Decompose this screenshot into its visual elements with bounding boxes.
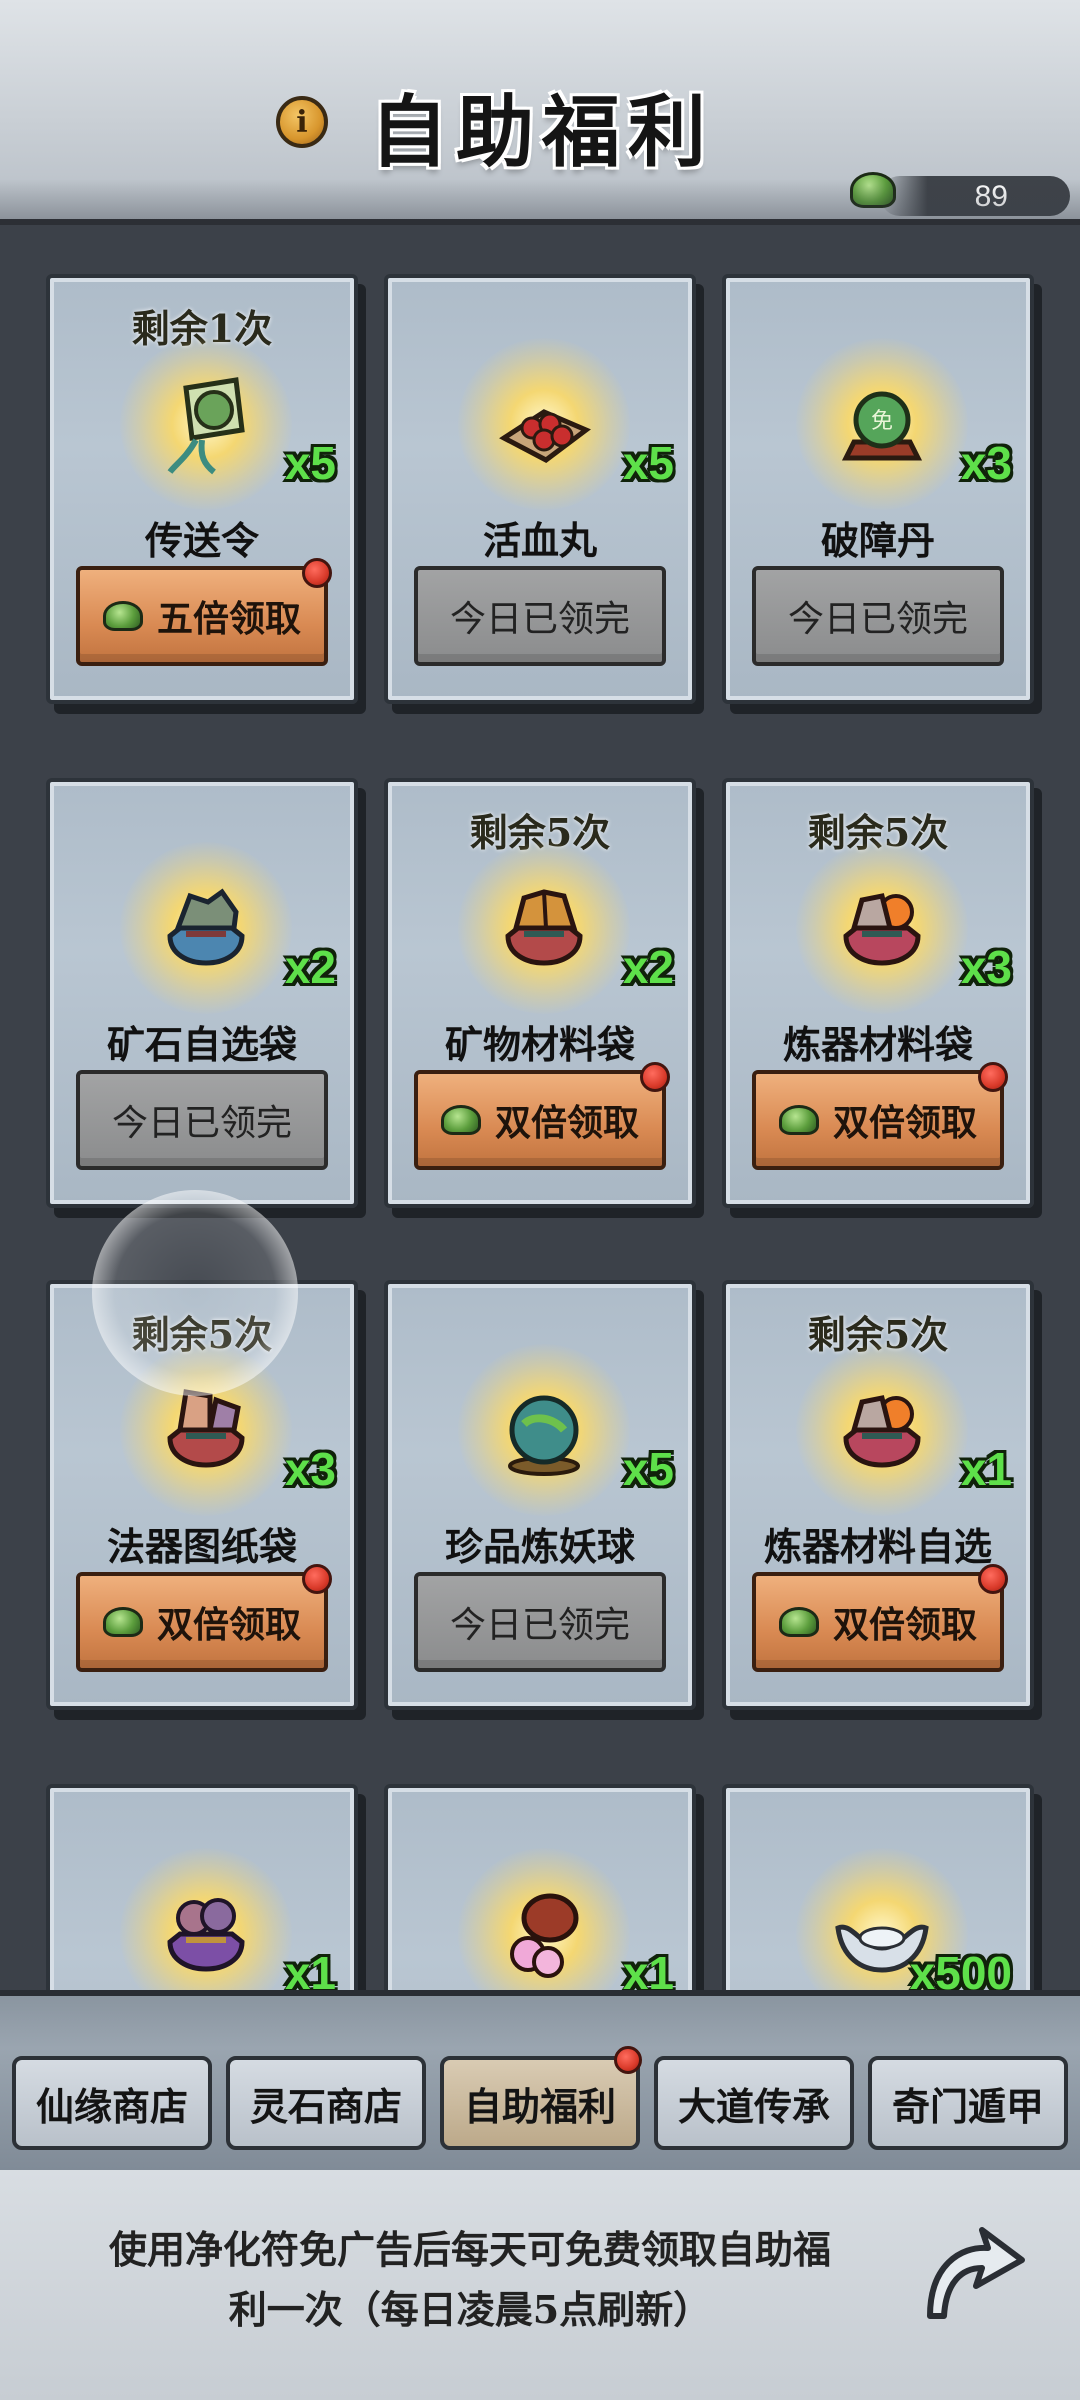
claim-button[interactable]: 双倍领取: [752, 1062, 1008, 1170]
jade-stone-icon: [102, 601, 143, 631]
svg-text:免: 免: [871, 409, 893, 434]
hint-line-1: 使用净化符免广告后每天可免费领取自助福: [108, 2227, 831, 2272]
claim-button[interactable]: 双倍领取: [76, 1564, 332, 1672]
item-name: 珍品炼妖球: [444, 1524, 635, 1569]
item-quantity: x2: [622, 941, 674, 993]
welfare-card: x2 矿石自选袋今日已领完: [46, 778, 358, 1208]
item-name: 炼器材料袋: [782, 1022, 973, 1067]
item-name: 传送令: [144, 518, 259, 563]
tab-label: 灵石商店: [249, 2083, 402, 2129]
tab-3[interactable]: 大道传承: [654, 2056, 854, 2150]
jade-stone-icon: [850, 172, 896, 208]
tab-label: 大道传承: [677, 2083, 830, 2129]
welfare-card: 剩余5次 x2 矿物材料袋 双倍领取: [384, 778, 696, 1208]
claim-button-label: 五倍领取: [156, 598, 301, 640]
claimed-button[interactable]: 今日已领完: [76, 1070, 328, 1170]
item-name: 矿物材料袋: [444, 1022, 635, 1067]
claimed-button[interactable]: 今日已领完: [414, 566, 666, 666]
tab-4[interactable]: 奇门遁甲: [868, 2056, 1068, 2150]
flower-pot-icon[interactable]: [494, 1878, 594, 1988]
welfare-card: x5 珍品炼妖球今日已领完: [384, 1280, 696, 1710]
breakthrough-pill-icon[interactable]: 免: [832, 368, 932, 478]
notification-dot: [640, 1062, 670, 1092]
item-quantity: x2: [284, 941, 336, 993]
item-name: 破障丹: [820, 518, 935, 563]
claim-button-label: 今日已领完: [449, 1605, 630, 1646]
welfare-card: x1: [384, 1784, 696, 2000]
hint-line-2: 利一次（每日凌晨5点刷新）: [228, 2287, 712, 2332]
item-quantity: x3: [284, 1443, 336, 1495]
welfare-card: 剩余5次 x3 炼器材料袋 双倍领取: [722, 778, 1034, 1208]
tab-2[interactable]: 自助福利: [440, 2046, 642, 2150]
claim-button-label: 今日已领完: [111, 1103, 292, 1144]
tab-label: 仙缘商店: [35, 2083, 188, 2129]
currency-value: 89: [974, 180, 1008, 213]
welfare-grid: 剩余1次 x5 传送令 五倍领取 x5 活血丸 今日已领完免 x3 破障丹 今日已领完 x2 矿石自选…: [0, 230, 1080, 2000]
item-quantity: x1: [960, 1443, 1012, 1495]
welfare-card: x500: [722, 1784, 1034, 2000]
blood-pill-icon[interactable]: [494, 368, 594, 478]
item-quantity: x3: [960, 437, 1012, 489]
claim-button-label: 今日已领完: [787, 599, 968, 640]
claim-button-label: 双倍领取: [832, 1604, 977, 1646]
teleport-token-icon[interactable]: [156, 368, 256, 478]
footer: 使用净化符免广告后每天可免费领取自助福 利一次（每日凌晨5点刷新）: [0, 2170, 1080, 2400]
notification-dot: [302, 558, 332, 588]
tab-0[interactable]: 仙缘商店: [12, 2056, 212, 2150]
notification-dot: [302, 1564, 332, 1594]
forge-bag-icon[interactable]: [832, 872, 932, 982]
claim-button[interactable]: 双倍领取: [414, 1062, 670, 1170]
ore-bag-icon[interactable]: [156, 872, 256, 982]
jade-stone-icon: [778, 1105, 819, 1135]
header: i 自助福利 89: [0, 0, 1080, 225]
jade-stone-icon: [778, 1607, 819, 1637]
claimed-button[interactable]: 今日已领完: [752, 566, 1004, 666]
jade-stone-icon: [440, 1105, 481, 1135]
claim-button[interactable]: 五倍领取: [76, 558, 332, 666]
demon-orb-icon[interactable]: [494, 1374, 594, 1484]
notification-dot: [614, 2046, 642, 2074]
notification-dot: [978, 1062, 1008, 1092]
mineral-bag-icon[interactable]: [494, 872, 594, 982]
forge-select-bag-icon[interactable]: [832, 1374, 932, 1484]
floating-bubble[interactable]: [92, 1190, 298, 1396]
item-quantity: x5: [284, 437, 336, 489]
claim-button-label: 双倍领取: [156, 1604, 301, 1646]
item-name: 矿石自选袋: [106, 1022, 297, 1067]
page-title: 自助福利: [370, 87, 715, 178]
item-quantity: x5: [622, 437, 674, 489]
item-name: 炼器材料自选: [763, 1524, 992, 1569]
item-name: 活血丸: [482, 518, 597, 563]
claim-button-label: 今日已领完: [449, 599, 630, 640]
welfare-card: x1: [46, 1784, 358, 2000]
bottom-tab-bar: 仙缘商店 灵石商店 自助福利 大道传承 奇门遁甲: [0, 1990, 1080, 2170]
claim-button-label: 双倍领取: [832, 1102, 977, 1144]
welfare-card: 剩余5次 x1 炼器材料自选 双倍领取: [722, 1280, 1034, 1710]
claim-button-label: 双倍领取: [494, 1102, 639, 1144]
item-quantity: x3: [960, 941, 1012, 993]
claimed-button[interactable]: 今日已领完: [414, 1572, 666, 1672]
tab-label: 奇门遁甲: [891, 2083, 1044, 2129]
welfare-card: 剩余1次 x5 传送令 五倍领取: [46, 274, 358, 704]
welfare-card: x5 活血丸今日已领完: [384, 274, 696, 704]
info-icon[interactable]: i: [276, 96, 328, 148]
purple-bag-icon[interactable]: [156, 1878, 256, 1988]
currency-display: 89: [850, 172, 1070, 216]
tab-label: 自助福利: [463, 2083, 616, 2129]
tab-1[interactable]: 灵石商店: [226, 2056, 426, 2150]
notification-dot: [978, 1564, 1008, 1594]
claim-button[interactable]: 双倍领取: [752, 1564, 1008, 1672]
item-quantity: x5: [622, 1443, 674, 1495]
welfare-card: 免 x3 破障丹今日已领完: [722, 274, 1034, 704]
return-arrow-icon[interactable]: [910, 2216, 1030, 2336]
hint-text: 使用净化符免广告后每天可免费领取自助福 利一次（每日凌晨5点刷新）: [40, 2220, 900, 2340]
item-name: 法器图纸袋: [106, 1524, 297, 1569]
jade-stone-icon: [102, 1607, 143, 1637]
